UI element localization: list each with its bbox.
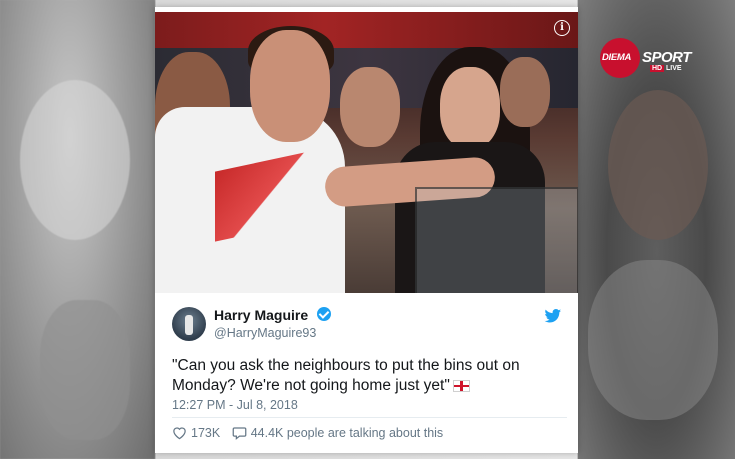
tweet-text: "Can you ask the neighbours to put the b… <box>172 357 520 394</box>
england-flag-icon <box>452 379 470 392</box>
like-count: 173K <box>191 426 221 440</box>
divider <box>172 417 567 418</box>
tweet-timestamp[interactable]: 12:27 PM - Jul 8, 2018 <box>172 398 298 412</box>
reply-button[interactable]: 44.4K people are talking about this <box>232 426 444 440</box>
info-icon[interactable]: i <box>554 20 570 36</box>
tweet-stats: 173K 44.4K people are talking about this <box>172 426 451 443</box>
tweet-author-name[interactable]: Harry Maguire <box>214 307 308 323</box>
like-button[interactable]: 173K <box>172 426 220 440</box>
twitter-bird-icon[interactable] <box>544 309 562 323</box>
avatar[interactable] <box>172 307 206 341</box>
tweet-body: Harry Maguire @HarryMaguire93 "Can you a… <box>155 293 578 453</box>
verified-badge-icon <box>317 307 331 321</box>
heart-icon <box>173 427 186 440</box>
tweet-photo[interactable]: i <box>155 12 578 293</box>
embedded-tweet-card: i Harry Maguire @HarryMaguire93 "Can you… <box>155 7 578 453</box>
tweet-author-handle[interactable]: @HarryMaguire93 <box>214 326 316 340</box>
channel-logo: DIEMA SPORT HD LIVE <box>600 38 705 78</box>
blurred-background-left <box>0 0 155 459</box>
conversation-count: 44.4K people are talking about this <box>250 426 444 440</box>
speech-bubble-icon <box>232 427 247 440</box>
